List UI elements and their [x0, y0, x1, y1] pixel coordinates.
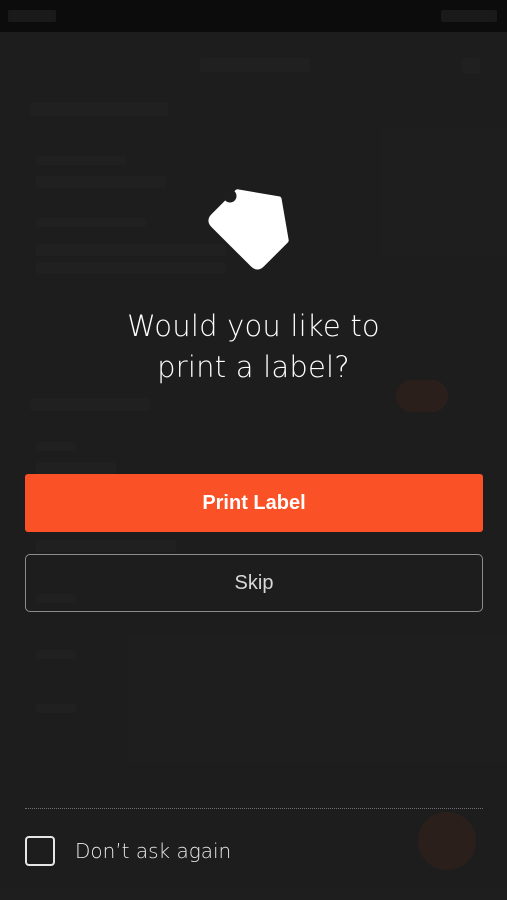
dont-ask-again-label: Don’t ask again	[75, 839, 232, 863]
modal-overlay	[0, 32, 507, 900]
status-bar-icons	[441, 10, 497, 22]
print-label-button[interactable]: Print Label	[25, 474, 483, 532]
status-bar-time	[8, 10, 56, 22]
dont-ask-again-checkbox[interactable]	[25, 836, 55, 866]
dialog-title-line1: Would you like to	[127, 309, 380, 343]
skip-button[interactable]: Skip	[25, 554, 483, 612]
dont-ask-again-row[interactable]: Don’t ask again	[25, 834, 231, 868]
dialog-title: Would you like to print a label?	[0, 306, 507, 388]
dialog-title-line2: print a label?	[157, 350, 350, 384]
tag-icon	[208, 189, 289, 270]
status-bar	[0, 0, 507, 32]
dotted-divider	[25, 808, 483, 809]
